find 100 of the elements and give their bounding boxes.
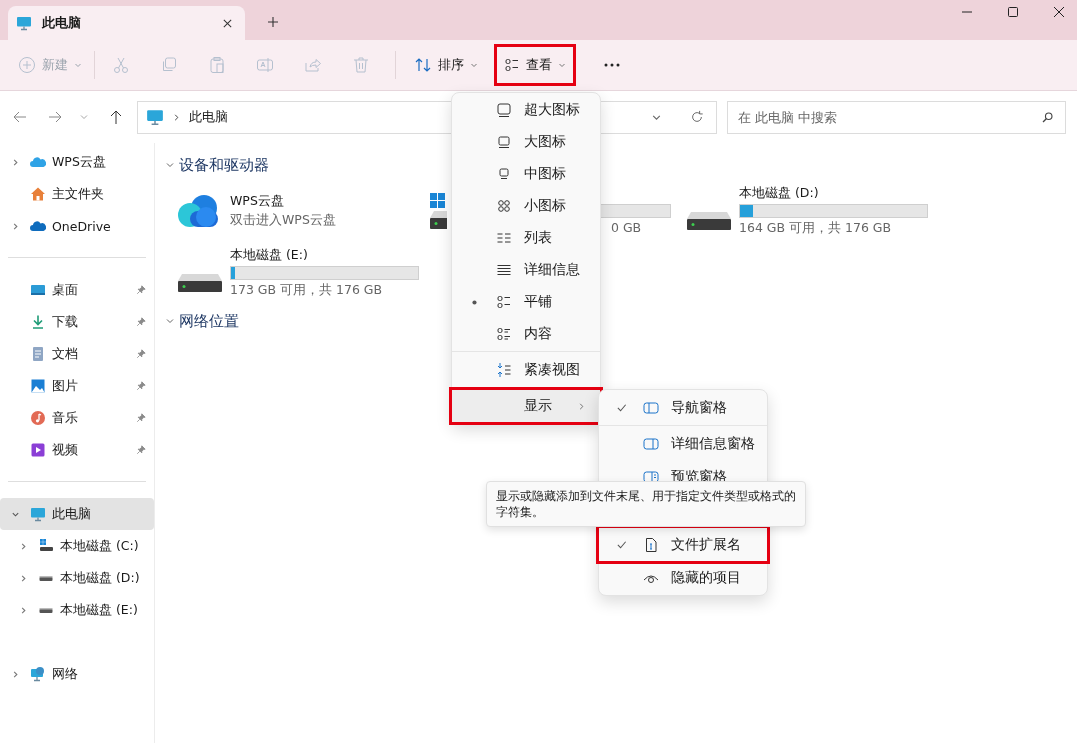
sidebar-label: 文档 [52, 345, 79, 363]
search-icon [1041, 110, 1054, 124]
close-icon[interactable] [222, 17, 233, 29]
sidebar-item[interactable]: 视频 [0, 434, 154, 466]
menu-item[interactable]: 中图标 [452, 158, 600, 190]
menu-item[interactable]: 显示 [452, 390, 600, 422]
sidebar-item[interactable]: 本地磁盘 (C:) [0, 530, 154, 562]
menu-item[interactable]: 文件扩展名 [599, 528, 767, 561]
pin-icon[interactable] [136, 349, 146, 359]
tiles-icon [496, 294, 512, 310]
radio-dot-icon [471, 299, 477, 305]
sidebar-item[interactable]: 文档 [0, 338, 154, 370]
view-button[interactable]: 查看 [498, 48, 572, 82]
section-header[interactable]: 网络位置 [165, 307, 239, 335]
drive-icon [176, 273, 224, 293]
drive-name: 本地磁盘 (D:) [739, 185, 820, 202]
square-icon [496, 166, 512, 182]
menu-item[interactable]: 导航窗格 [599, 391, 767, 424]
refresh-icon[interactable] [690, 110, 704, 124]
menu-item[interactable]: 详细信息窗格 [599, 427, 767, 460]
check-icon [615, 539, 627, 550]
window-tab[interactable]: 此电脑 [8, 6, 245, 40]
sidebar-label: 本地磁盘 (D:) [60, 569, 141, 587]
check-icon [615, 402, 627, 413]
lines-icon [496, 262, 512, 278]
menu-item[interactable]: 紧凑视图 [452, 354, 600, 386]
menu-item[interactable]: 小图标 [452, 190, 600, 222]
compress-icon [496, 362, 512, 378]
drive-icon [685, 211, 733, 231]
drive-tile[interactable]: 本地磁盘 (D:) 164 GB 可用，共 176 GB [685, 183, 945, 239]
menu-item[interactable]: 详细信息 [452, 254, 600, 286]
tooltip: 显示或隐藏添加到文件末尾、用于指定文件类型或格式的字符集。 [486, 481, 806, 527]
file-icon [643, 536, 659, 553]
sidebar-label: 下载 [52, 313, 79, 331]
sidebar-label: 本地磁盘 (E:) [60, 601, 139, 619]
section-header[interactable]: 设备和驱动器 [165, 151, 269, 179]
pane-icon [643, 399, 659, 416]
menu-item[interactable]: 平铺 [452, 286, 600, 318]
pin-icon[interactable] [136, 381, 146, 391]
forward-arrow-icon[interactable] [47, 109, 63, 125]
drive-subtitle: 双击进入WPS云盘 [230, 212, 337, 229]
chevron-down-icon [165, 316, 175, 326]
drive-name: WPS云盘 [230, 193, 285, 210]
sort-button[interactable]: 排序 [408, 48, 484, 82]
video-icon [30, 442, 46, 458]
caret-icon [470, 61, 478, 69]
search-field[interactable]: 在 此电脑 中搜索 [727, 100, 1066, 134]
four-circles-icon [496, 198, 512, 214]
close-icon[interactable] [1053, 6, 1065, 18]
pin-icon[interactable] [136, 413, 146, 423]
sidebar-item[interactable]: 音乐 [0, 402, 154, 434]
sort-arrows-icon [414, 56, 432, 74]
square-icon [496, 102, 512, 118]
sidebar-label: 视频 [52, 441, 79, 459]
sidebar-item[interactable]: 此电脑 [0, 498, 154, 530]
drive-name: 本地磁盘 (E:) [230, 247, 309, 264]
list-icon [496, 230, 512, 246]
tiles-icon [504, 57, 520, 73]
menu-item[interactable]: 内容 [452, 318, 600, 350]
sidebar-label: WPS云盘 [52, 153, 107, 171]
sidebar-label: 音乐 [52, 409, 79, 427]
caret-icon [74, 61, 82, 69]
drive-icon [428, 191, 447, 231]
breadcrumb-item[interactable]: 此电脑 [189, 108, 228, 126]
monitor-icon [146, 108, 164, 126]
drive-tile[interactable]: WPS云盘 双击进入WPS云盘 [176, 183, 428, 239]
sidebar-item[interactable]: 主文件夹 [0, 178, 154, 210]
drive-tile[interactable]: 本地磁盘 (E:) 173 GB 可用，共 176 GB [176, 245, 428, 301]
pin-icon[interactable] [136, 317, 146, 327]
sidebar-label: 网络 [52, 665, 79, 683]
picture-icon [30, 378, 46, 394]
tab-label: 此电脑 [42, 14, 82, 32]
sidebar-item[interactable]: 本地磁盘 (D:) [0, 562, 154, 594]
sidebar-label: 图片 [52, 377, 79, 395]
sidebar-item[interactable]: 本地磁盘 (E:) [0, 594, 154, 626]
menu-item[interactable]: 隐藏的项目 [599, 561, 767, 594]
sidebar-item[interactable]: 图片 [0, 370, 154, 402]
pin-icon[interactable] [136, 285, 146, 295]
network-icon [30, 666, 46, 682]
pin-icon[interactable] [136, 445, 146, 455]
content-icon [496, 326, 512, 342]
square-icon [496, 134, 512, 150]
sidebar-item[interactable]: OneDrive [0, 210, 154, 242]
sidebar-label: 桌面 [52, 281, 79, 299]
chevron-right-icon [172, 112, 181, 122]
monitor-icon [30, 506, 46, 522]
menu-item[interactable]: 列表 [452, 222, 600, 254]
up-arrow-icon[interactable] [108, 109, 124, 125]
sidebar-item[interactable]: 桌面 [0, 274, 154, 306]
back-arrow-icon[interactable] [12, 109, 28, 125]
drive-usage: 173 GB 可用，共 176 GB [230, 282, 384, 299]
sidebar-item[interactable]: 网络 [0, 658, 154, 690]
maximize-icon[interactable] [1007, 6, 1019, 18]
drive-icon [38, 538, 54, 554]
sidebar-item[interactable]: 下载 [0, 306, 154, 338]
plus-icon[interactable] [267, 16, 279, 28]
music-note-icon [30, 410, 46, 426]
sidebar-item[interactable]: WPS云盘 [0, 146, 154, 178]
cloud-icon [30, 154, 46, 170]
sidebar-label: 本地磁盘 (C:) [60, 537, 140, 555]
